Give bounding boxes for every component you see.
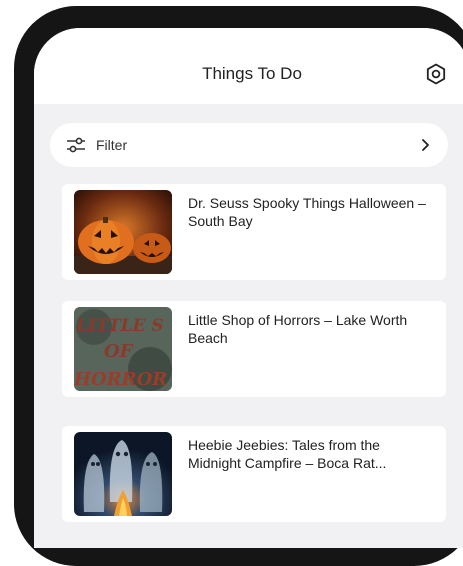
settings-icon[interactable] xyxy=(424,62,448,86)
event-card[interactable]: Heebie Jeebies: Tales from the Midnight … xyxy=(62,426,446,522)
app-screen: Things To Do Filter Dr. Seuss Spooky Thi… xyxy=(34,28,463,548)
filter-button[interactable]: Filter xyxy=(50,123,448,167)
event-image-ghosts-campfire xyxy=(74,432,172,516)
event-card[interactable]: LITTLE S OF HORROR Little Shop of Horror… xyxy=(62,301,446,397)
app-header: Things To Do xyxy=(34,28,463,104)
poster-text-line-2: OF xyxy=(104,341,134,362)
poster-text-line-1: LITTLE S xyxy=(75,316,164,336)
chevron-right-icon xyxy=(422,139,429,151)
event-image-jack-o-lanterns xyxy=(74,190,172,274)
event-image-little-shop-of-horrors: LITTLE S OF HORROR xyxy=(74,307,172,391)
event-card[interactable]: Dr. Seuss Spooky Things Halloween – Sout… xyxy=(62,184,446,280)
poster-text-line-3: HORROR xyxy=(74,369,167,390)
event-title: Dr. Seuss Spooky Things Halloween – Sout… xyxy=(188,195,426,229)
event-title: Heebie Jeebies: Tales from the Midnight … xyxy=(188,437,387,471)
filter-label: Filter xyxy=(96,137,128,153)
page-title: Things To Do xyxy=(202,64,302,83)
sliders-icon xyxy=(67,137,85,153)
event-title: Little Shop of Horrors – Lake Worth Beac… xyxy=(188,312,408,346)
phone-frame: Things To Do Filter Dr. Seuss Spooky Thi… xyxy=(14,6,463,566)
